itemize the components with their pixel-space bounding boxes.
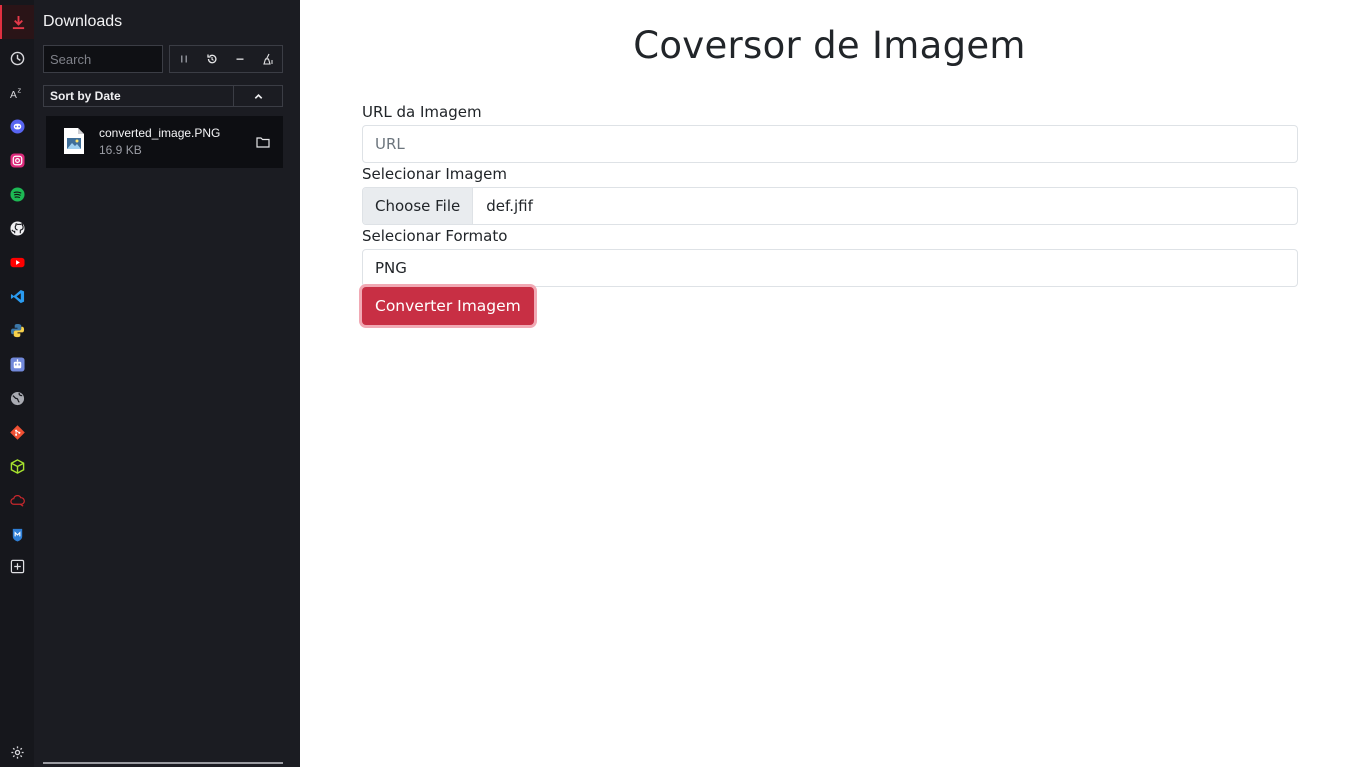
spotify-icon[interactable] bbox=[0, 177, 34, 211]
url-input[interactable] bbox=[362, 125, 1298, 163]
vscode-icon[interactable] bbox=[0, 279, 34, 313]
format-select[interactable]: PNG bbox=[362, 249, 1298, 287]
sort-by-date[interactable]: Sort by Date bbox=[44, 86, 233, 106]
minimize-icon[interactable] bbox=[226, 46, 254, 72]
git-icon[interactable] bbox=[0, 415, 34, 449]
malwarebytes-icon[interactable] bbox=[0, 517, 34, 551]
svg-text:A: A bbox=[10, 90, 17, 100]
downloads-panel: Downloads Sort by Date converted_image.P bbox=[34, 0, 300, 767]
github-icon[interactable] bbox=[0, 211, 34, 245]
clear-icon[interactable] bbox=[254, 46, 282, 72]
icon-rail: Az bbox=[0, 0, 34, 767]
download-icon[interactable] bbox=[0, 5, 34, 39]
youtube-icon[interactable] bbox=[0, 245, 34, 279]
panel-scrollbar[interactable] bbox=[43, 762, 283, 764]
page-title: Coversor de Imagem bbox=[633, 24, 1026, 67]
format-select-value: PNG bbox=[375, 259, 407, 277]
selected-file-name: def.jfif bbox=[486, 197, 533, 215]
instagram-icon[interactable] bbox=[0, 143, 34, 177]
panel-title: Downloads bbox=[43, 13, 123, 30]
bot-icon[interactable] bbox=[0, 347, 34, 381]
cloud-icon[interactable] bbox=[0, 483, 34, 517]
globe-icon[interactable] bbox=[0, 381, 34, 415]
restart-icon[interactable] bbox=[198, 46, 226, 72]
main-content: Coversor de Imagem URL da Imagem Selecio… bbox=[300, 0, 1359, 767]
image-file-icon bbox=[64, 128, 84, 154]
url-label: URL da Imagem bbox=[362, 103, 482, 121]
download-toolbar bbox=[169, 45, 283, 73]
choose-file-button[interactable]: Choose File bbox=[363, 188, 474, 224]
search-input[interactable] bbox=[43, 45, 163, 73]
history-icon[interactable] bbox=[0, 41, 34, 75]
pause-icon[interactable] bbox=[170, 46, 198, 72]
file-input[interactable]: Choose File def.jfif bbox=[362, 187, 1298, 225]
python-icon[interactable] bbox=[0, 313, 34, 347]
download-file-size: 16.9 KB bbox=[99, 143, 142, 157]
convert-button[interactable]: Converter Imagem bbox=[362, 287, 534, 325]
package-icon[interactable] bbox=[0, 449, 34, 483]
add-panel-icon[interactable] bbox=[0, 549, 34, 583]
folder-icon[interactable] bbox=[256, 135, 270, 149]
chevron-up-icon bbox=[254, 93, 262, 99]
format-label: Selecionar Formato bbox=[362, 227, 508, 245]
settings-icon[interactable] bbox=[0, 735, 34, 769]
sort-bar: Sort by Date bbox=[43, 85, 283, 107]
discord-icon[interactable] bbox=[0, 109, 34, 143]
download-file-name: converted_image.PNG bbox=[99, 126, 221, 140]
translate-icon[interactable]: Az bbox=[0, 75, 34, 109]
file-label: Selecionar Imagem bbox=[362, 165, 507, 183]
svg-text:z: z bbox=[17, 85, 21, 94]
download-item[interactable]: converted_image.PNG 16.9 KB bbox=[46, 116, 283, 168]
sort-direction-toggle[interactable] bbox=[233, 86, 282, 106]
